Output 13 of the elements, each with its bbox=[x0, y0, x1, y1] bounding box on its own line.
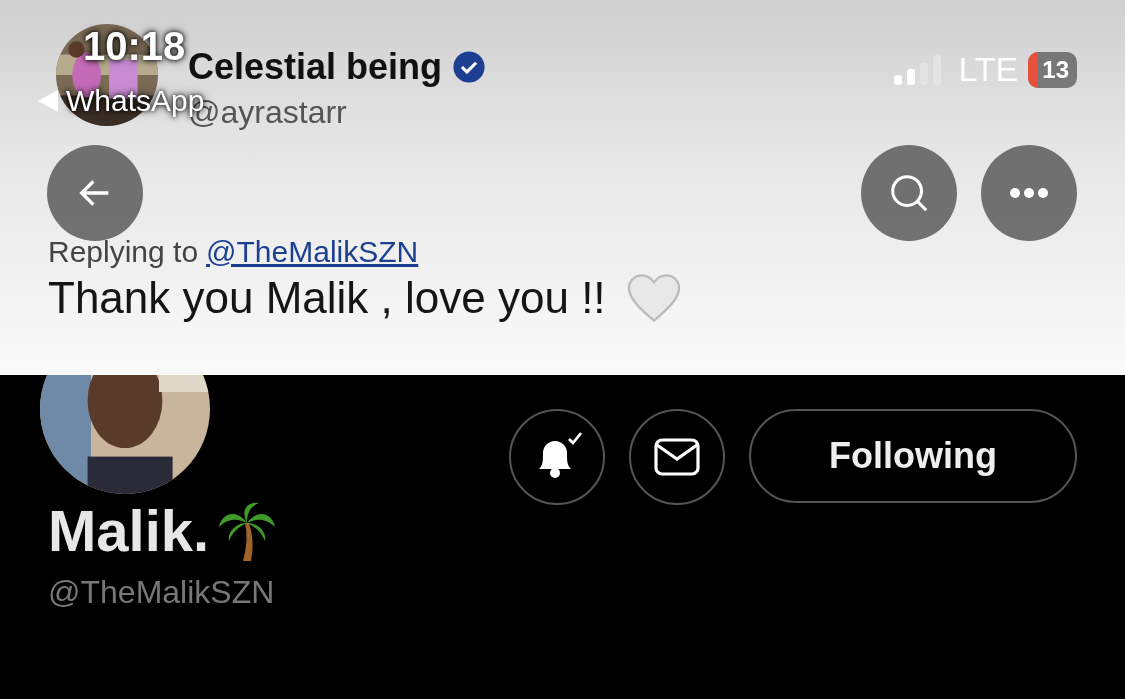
triangle-icon bbox=[38, 90, 58, 112]
profile-handle: @TheMalikSZN bbox=[48, 574, 276, 611]
more-icon bbox=[1007, 187, 1051, 199]
heart-icon bbox=[625, 273, 682, 323]
tweet-text: Thank you Malik , love you !! bbox=[48, 273, 606, 323]
reply-label: Replying to bbox=[48, 235, 199, 269]
following-button[interactable]: Following bbox=[749, 409, 1077, 503]
mention-link[interactable]: @TheMalikSZN bbox=[206, 235, 419, 269]
battery-fill-icon bbox=[1028, 51, 1039, 88]
profile-name: Malik. bbox=[48, 497, 210, 564]
mail-icon bbox=[653, 437, 701, 477]
battery-indicator: 13 bbox=[1028, 51, 1077, 88]
author-name: Celestial being bbox=[188, 46, 443, 88]
